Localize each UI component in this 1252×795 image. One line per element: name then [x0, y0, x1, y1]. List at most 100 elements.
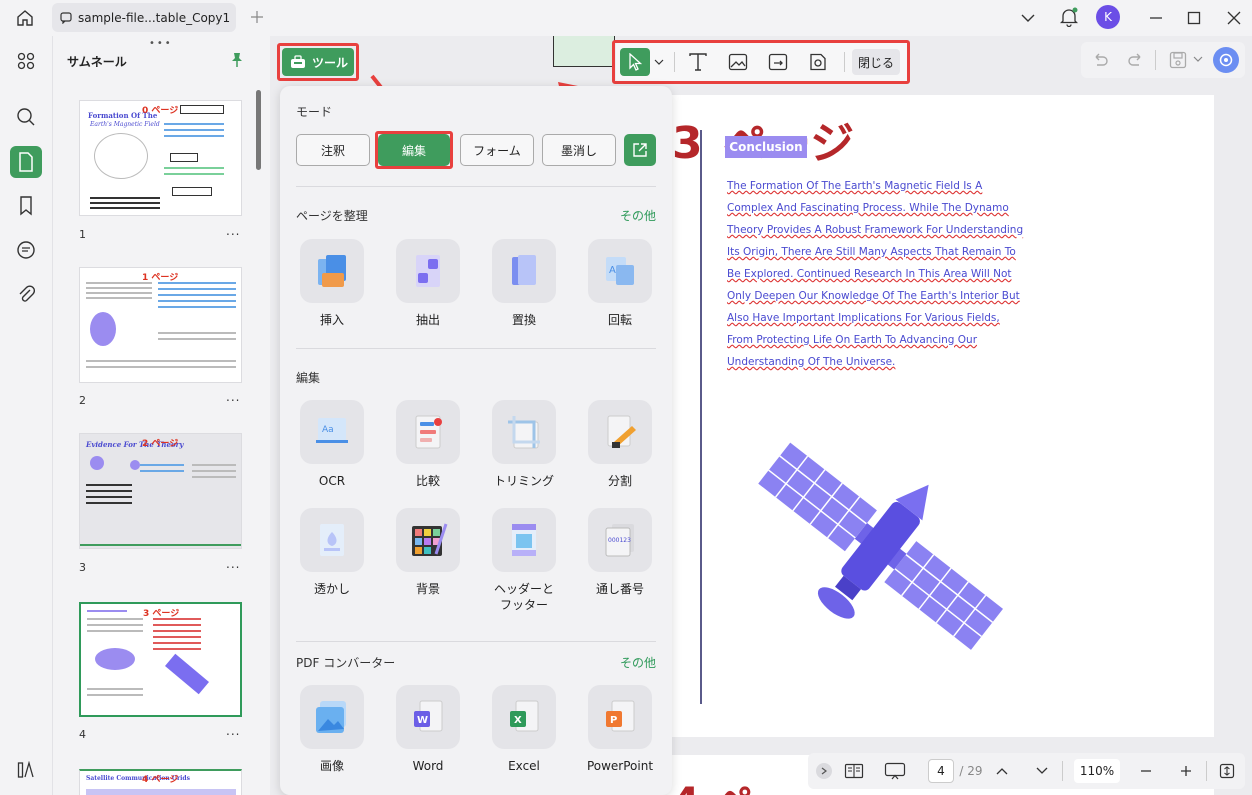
new-tab-icon[interactable]: [248, 8, 266, 26]
thumbnail-more-button[interactable]: ...: [226, 557, 240, 571]
thumbnails-icon[interactable]: [10, 146, 42, 178]
fit-page-icon[interactable]: [1218, 761, 1236, 781]
thumbnail-number: 2: [79, 394, 86, 407]
satellite-image[interactable]: [755, 440, 1005, 655]
avatar[interactable]: K: [1096, 5, 1120, 29]
convert-excel-label: Excel: [508, 759, 540, 773]
convert-image-label: 画像: [319, 759, 344, 773]
ocr-icon[interactable]: Aa: [300, 400, 364, 464]
watermark-icon[interactable]: [300, 508, 364, 572]
title-bar: sample-file...table_Copy1 K: [0, 0, 1252, 36]
page-heading-number: 3: [672, 118, 703, 169]
mode-annotate-button[interactable]: 注釈: [296, 134, 370, 166]
thumbnail-panel: ••• サムネール Formation Of The Earth's Magne…: [52, 36, 270, 795]
comment-list-icon[interactable]: [10, 234, 42, 266]
compare-icon[interactable]: [396, 400, 460, 464]
sidebar-toggle-icon[interactable]: [10, 754, 42, 786]
left-rail: [0, 36, 52, 795]
chevron-down-icon[interactable]: [1193, 56, 1203, 62]
thumbnail-more-button[interactable]: ...: [226, 224, 240, 238]
page-thumbnail-1[interactable]: Formation Of The Earth's Magnetic Field …: [79, 100, 242, 216]
convert-image-icon[interactable]: [300, 685, 364, 749]
compare-label: 比較: [415, 474, 440, 488]
page-number-input[interactable]: 4: [928, 759, 954, 783]
page-text-line[interactable]: Also Have Important Implications For Var…: [727, 312, 1000, 324]
document-tab[interactable]: sample-file...table_Copy1: [52, 3, 236, 32]
save-icon[interactable]: [1169, 51, 1187, 69]
page-thumbnail-4[interactable]: 3 ページ: [79, 602, 242, 717]
pin-icon[interactable]: [229, 52, 245, 68]
svg-text:P: P: [610, 715, 617, 726]
close-window-icon[interactable]: [1224, 8, 1244, 28]
page-thumbnail-2[interactable]: 1 ページ: [79, 267, 242, 383]
thumbnail-page-label: 2 ページ: [142, 439, 179, 449]
organize-more-link[interactable]: その他: [620, 207, 656, 224]
minimize-icon[interactable]: [1146, 8, 1166, 28]
thumbnail-number: 1: [79, 228, 86, 241]
page-text-line[interactable]: From Protecting Life On Earth To Advanci…: [727, 334, 977, 346]
thumbnail-scrollbar[interactable]: [256, 90, 261, 170]
zoom-in-icon[interactable]: [1178, 761, 1194, 781]
page-text-line[interactable]: Theory Provides A Robust Framework For U…: [727, 224, 1023, 236]
page-divider-line: [700, 130, 702, 704]
convert-word-label: Word: [412, 759, 444, 773]
insert-page-icon[interactable]: [300, 239, 364, 303]
convert-word-icon[interactable]: W: [396, 685, 460, 749]
extract-page-icon[interactable]: [396, 239, 460, 303]
svg-text:A: A: [609, 265, 616, 276]
page-layout-icon[interactable]: [844, 761, 864, 781]
page-text-line[interactable]: Its Origin, There Are Still Many Aspects…: [727, 246, 1016, 258]
page-text-line[interactable]: Complex And Fascinating Process. While T…: [727, 202, 1009, 214]
bookmark-icon[interactable]: [10, 190, 42, 222]
panel-title: サムネール: [67, 55, 127, 69]
redo-icon[interactable]: [1127, 52, 1145, 68]
highlight-box: [277, 43, 359, 81]
page-text-line[interactable]: The Formation Of The Earth's Magnetic Fi…: [727, 180, 982, 192]
chevron-down-icon[interactable]: [1019, 9, 1037, 27]
page-text-line[interactable]: Only Deepen Our Knowledge Of The Earth's…: [727, 290, 1020, 302]
maximize-icon[interactable]: [1184, 8, 1204, 28]
background-label: 背景: [415, 582, 440, 596]
tab-title: sample-file...table_Copy1: [78, 10, 231, 25]
replace-page-label: 置換: [511, 313, 536, 327]
bates-number-icon[interactable]: 000123: [588, 508, 652, 572]
organize-section-title: ページを整理: [296, 209, 368, 223]
rotate-page-icon[interactable]: A: [588, 239, 652, 303]
split-icon[interactable]: [588, 400, 652, 464]
undo-icon[interactable]: [1091, 52, 1109, 68]
presentation-icon[interactable]: [884, 761, 906, 781]
thumbnail-more-button[interactable]: ...: [226, 724, 240, 738]
convert-powerpoint-icon[interactable]: P: [588, 685, 652, 749]
header-footer-icon[interactable]: [492, 508, 556, 572]
comment-icon: [60, 11, 72, 24]
drag-handle-icon[interactable]: •••: [149, 38, 173, 49]
mode-redact-button[interactable]: 墨消し: [542, 134, 616, 166]
zoom-level[interactable]: 110%: [1074, 759, 1120, 783]
converter-more-link[interactable]: その他: [620, 654, 656, 671]
edit-section-title: 編集: [296, 371, 321, 385]
chevron-up-icon[interactable]: [994, 761, 1010, 781]
background-icon[interactable]: [396, 508, 460, 572]
apps-grid-icon[interactable]: [10, 45, 42, 77]
replace-page-icon[interactable]: [492, 239, 556, 303]
crop-icon[interactable]: [492, 400, 556, 464]
page-text-line[interactable]: Be Explored. Continued Research In This …: [727, 268, 1011, 280]
open-external-icon[interactable]: [624, 134, 656, 166]
ai-assistant-icon[interactable]: [1213, 47, 1239, 73]
convert-excel-icon[interactable]: X: [492, 685, 556, 749]
chevron-down-icon[interactable]: [1034, 761, 1050, 781]
zoom-out-icon[interactable]: [1138, 761, 1154, 781]
attachment-icon[interactable]: [10, 278, 42, 310]
thumbnail-page-label: 4 ページ: [142, 775, 179, 785]
mode-form-button[interactable]: フォーム: [460, 134, 534, 166]
home-icon[interactable]: [14, 7, 36, 29]
page-text-line[interactable]: Understanding Of The Universe.: [727, 356, 895, 368]
chevron-right-icon[interactable]: [816, 763, 832, 779]
bell-icon[interactable]: [1058, 6, 1080, 28]
search-icon[interactable]: [10, 101, 42, 133]
conclusion-label: Conclusion: [725, 136, 807, 158]
thumbnail-more-button[interactable]: ...: [226, 390, 240, 404]
page-thumbnail-3[interactable]: Evidence For The Theory 2 ページ: [79, 433, 242, 549]
page-thumbnail-5[interactable]: Satellite Communication Grids 4 ページ: [79, 769, 242, 795]
converter-section-title: PDF コンバーター: [296, 656, 396, 670]
